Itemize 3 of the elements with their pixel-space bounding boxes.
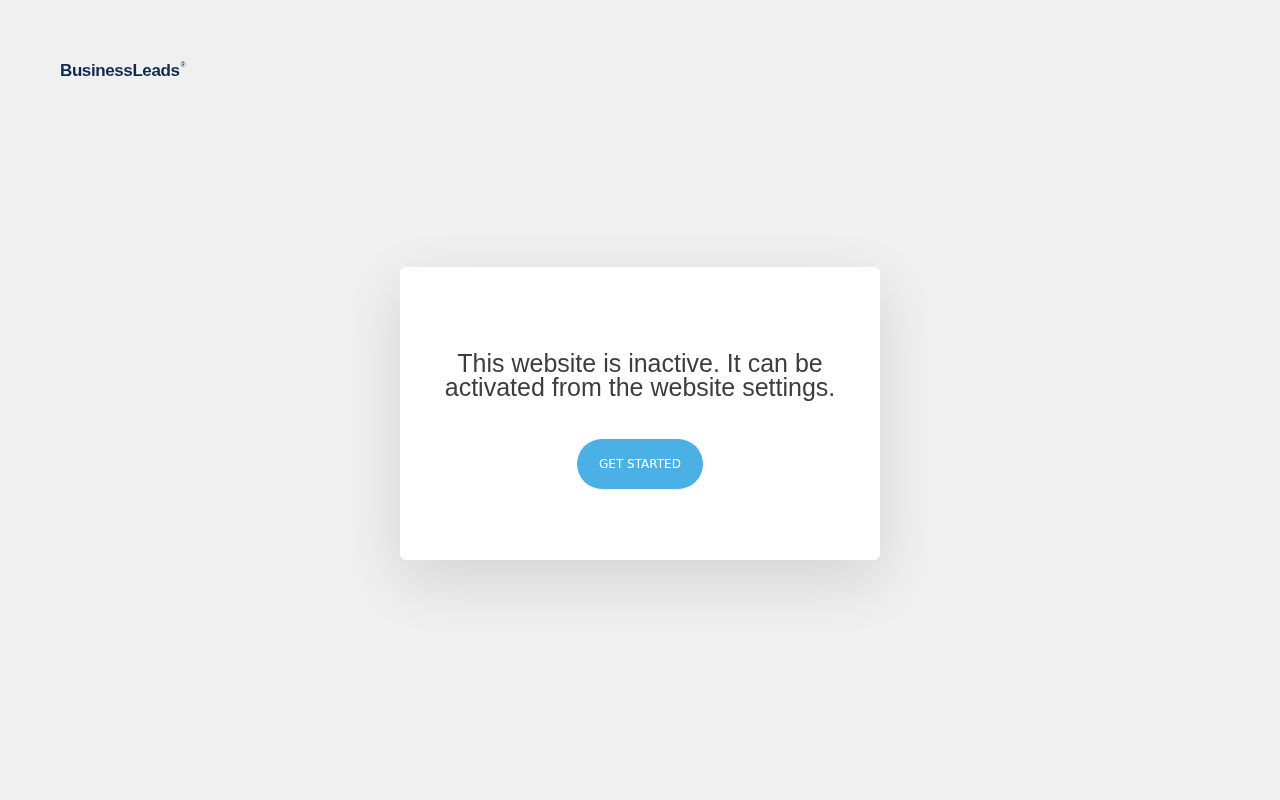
logo: BusinessLeads$^{®}$ (60, 60, 186, 81)
inactive-message: This website is inactive. It can be activated from the website settings. (443, 351, 837, 399)
get-started-button[interactable]: GET STARTED (577, 439, 703, 489)
